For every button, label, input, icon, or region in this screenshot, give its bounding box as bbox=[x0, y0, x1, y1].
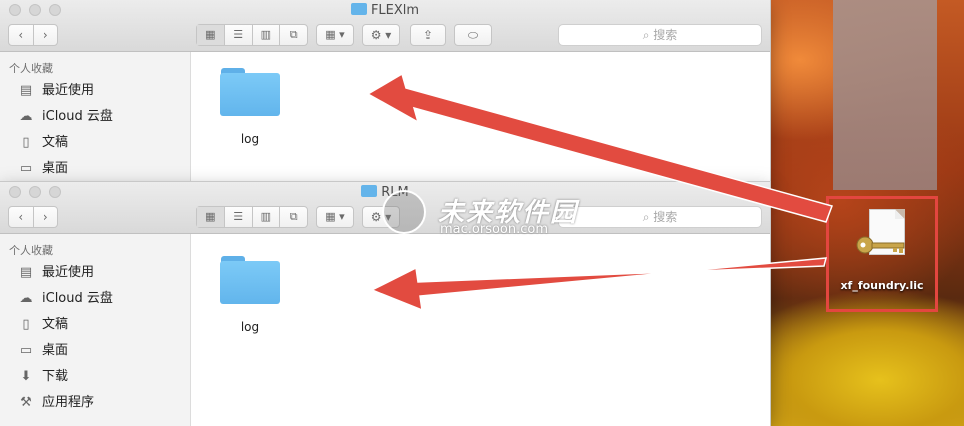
sidebar-item-icloud[interactable]: ☁ iCloud 云盘 bbox=[0, 286, 190, 312]
cover-flow-icon[interactable]: ⧉ bbox=[280, 25, 307, 45]
sidebar-item-label: iCloud 云盘 bbox=[42, 109, 113, 124]
search-placeholder: 搜索 bbox=[653, 210, 678, 224]
folder-label: log bbox=[240, 320, 260, 334]
key-icon bbox=[856, 236, 905, 254]
view-mode-control: ▦ ☰ ▥ ⧉ bbox=[196, 206, 308, 228]
recents-icon: ▤ bbox=[19, 83, 33, 98]
documents-icon: ▯ bbox=[22, 135, 30, 150]
column-view-icon[interactable]: ▥ bbox=[253, 25, 281, 45]
watermark-url: mac.orsoon.com bbox=[440, 222, 549, 237]
sidebar-item-label: 下载 bbox=[42, 369, 69, 384]
forward-button[interactable]: › bbox=[34, 25, 58, 45]
sidebar-item-applications[interactable]: ⚒ 应用程序 bbox=[0, 390, 190, 416]
search-icon: ⌕ bbox=[642, 210, 654, 224]
share-button[interactable]: ⇪ bbox=[410, 24, 446, 46]
list-view-icon[interactable]: ☰ bbox=[225, 207, 253, 227]
sidebar-header: 个人收藏 bbox=[9, 244, 53, 257]
search-field[interactable]: ⌕ 搜索 bbox=[558, 24, 762, 46]
arrange-button[interactable]: ▦ ▾ bbox=[316, 206, 354, 228]
folder-icon bbox=[361, 185, 378, 197]
folder-icon bbox=[350, 3, 367, 15]
watermark-logo-icon bbox=[382, 190, 426, 234]
sidebar-item-label: 文稿 bbox=[42, 135, 69, 150]
folder-label: log bbox=[240, 132, 260, 146]
sidebar-item-label: 最近使用 bbox=[42, 83, 95, 98]
sidebar: 个人收藏 ▤ 最近使用 ☁ iCloud 云盘 ▯ 文稿 ▭ 桌面 ⬇ 下载 ⚒ 应用程序 bbox=[0, 234, 191, 426]
icon-view-icon[interactable]: ▦ bbox=[197, 25, 225, 45]
documents-icon: ▯ bbox=[22, 317, 30, 332]
sidebar-item-desktop[interactable]: ▭ 桌面 bbox=[0, 338, 190, 364]
desktop-icon: ▭ bbox=[19, 343, 33, 358]
watermark: 未来软件园 mac.orsoon.com bbox=[382, 190, 582, 237]
tag-button[interactable]: ⬭ bbox=[454, 24, 492, 46]
desktop-file-highlight[interactable]: xf_foundry.lic bbox=[826, 196, 938, 312]
file-name-label: xf_foundry.lic bbox=[840, 279, 924, 292]
window-title: FLEXlm bbox=[0, 3, 770, 18]
desktop-blurred-area bbox=[833, 0, 937, 190]
list-view-icon[interactable]: ☰ bbox=[225, 25, 253, 45]
back-button[interactable]: ‹ bbox=[9, 25, 34, 45]
desktop-icon: ▭ bbox=[19, 161, 33, 176]
sidebar-item-documents[interactable]: ▯ 文稿 bbox=[0, 312, 190, 338]
cloud-icon: ☁ bbox=[19, 291, 33, 306]
download-icon: ⬇ bbox=[20, 369, 32, 384]
sidebar-item-label: 应用程序 bbox=[42, 395, 95, 410]
icon-view-icon[interactable]: ▦ bbox=[197, 207, 225, 227]
sidebar-item-label: 文稿 bbox=[42, 317, 69, 332]
back-button[interactable]: ‹ bbox=[9, 207, 34, 227]
back-forward-buttons: ‹ › bbox=[8, 206, 58, 228]
sidebar-item-label: 最近使用 bbox=[42, 265, 95, 280]
sidebar-item-recents[interactable]: ▤ 最近使用 bbox=[0, 78, 190, 104]
applications-icon: ⚒ bbox=[20, 395, 32, 410]
action-gear-button[interactable]: ⚙ ▾ bbox=[362, 24, 400, 46]
back-forward-buttons: ‹ › bbox=[8, 24, 58, 46]
sidebar-item-label: 桌面 bbox=[42, 161, 69, 176]
finder-window-flexlm: FLEXlm ‹ › ▦ ☰ ▥ ⧉ ▦ ▾ ⚙ ▾ ⇪ ⬭ ⌕ 搜索 个人收藏… bbox=[0, 0, 770, 190]
arrange-button[interactable]: ▦ ▾ bbox=[316, 24, 354, 46]
window-toolbar: FLEXlm ‹ › ▦ ☰ ▥ ⧉ ▦ ▾ ⚙ ▾ ⇪ ⬭ ⌕ 搜索 bbox=[0, 0, 770, 52]
folder-icon[interactable] bbox=[220, 68, 280, 116]
search-icon: ⌕ bbox=[642, 28, 654, 42]
sidebar-item-downloads[interactable]: ⬇ 下载 bbox=[0, 364, 190, 390]
column-view-icon[interactable]: ▥ bbox=[253, 207, 281, 227]
sidebar-item-desktop[interactable]: ▭ 桌面 bbox=[0, 156, 190, 182]
sidebar-item-label: iCloud 云盘 bbox=[42, 291, 113, 306]
cover-flow-icon[interactable]: ⧉ bbox=[280, 207, 307, 227]
sidebar-item-documents[interactable]: ▯ 文稿 bbox=[0, 130, 190, 156]
search-placeholder: 搜索 bbox=[653, 28, 678, 42]
file-browser-content: log bbox=[191, 52, 770, 190]
forward-button[interactable]: › bbox=[34, 207, 58, 227]
folder-icon[interactable] bbox=[220, 256, 280, 304]
view-mode-control: ▦ ☰ ▥ ⧉ bbox=[196, 24, 308, 46]
cloud-icon: ☁ bbox=[19, 109, 33, 124]
window-title-text: FLEXlm bbox=[370, 3, 420, 18]
file-browser-content: log bbox=[191, 234, 770, 426]
search-field[interactable]: ⌕ 搜索 bbox=[558, 206, 762, 228]
recents-icon: ▤ bbox=[19, 265, 33, 280]
sidebar: 个人收藏 ▤ 最近使用 ☁ iCloud 云盘 ▯ 文稿 ▭ 桌面 bbox=[0, 52, 191, 190]
sidebar-item-label: 桌面 bbox=[42, 343, 69, 358]
sidebar-header: 个人收藏 bbox=[9, 62, 53, 75]
sidebar-item-recents[interactable]: ▤ 最近使用 bbox=[0, 260, 190, 286]
sidebar-item-icloud[interactable]: ☁ iCloud 云盘 bbox=[0, 104, 190, 130]
